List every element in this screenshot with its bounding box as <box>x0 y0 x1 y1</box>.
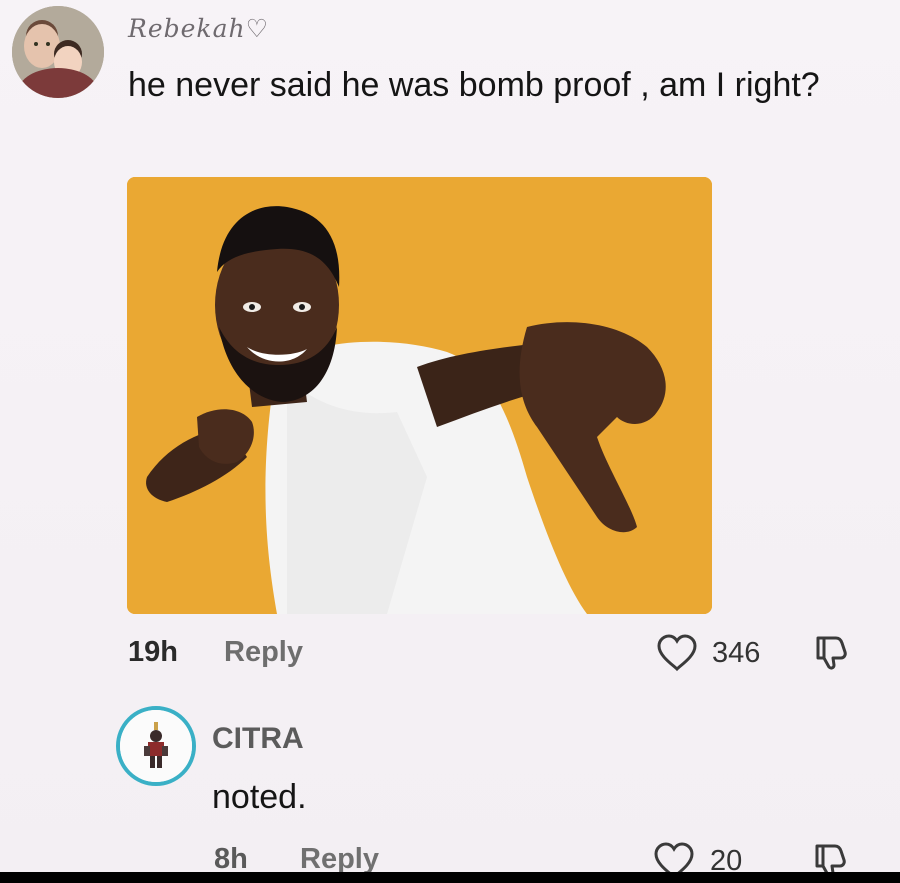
reply-avatar[interactable] <box>116 706 196 786</box>
like-count: 346 <box>712 637 761 669</box>
heart-icon[interactable] <box>655 633 699 673</box>
reply-username[interactable]: CITRA <box>212 722 304 756</box>
comment-text: he never said he was bomb proof , am I r… <box>128 66 820 104</box>
bottom-edge-bar <box>0 872 900 883</box>
comment-username[interactable]: Rebekah♡ <box>128 14 269 43</box>
comment-timestamp: 19h <box>128 636 178 668</box>
reply-text: noted. <box>212 778 307 816</box>
avatar[interactable] <box>12 6 104 98</box>
thumbs-down-icon[interactable] <box>812 632 852 672</box>
comments-view: Rebekah♡ he never said he was bomb proof… <box>0 0 900 883</box>
reply-button[interactable]: Reply <box>224 636 303 669</box>
comment-image[interactable] <box>127 177 712 614</box>
